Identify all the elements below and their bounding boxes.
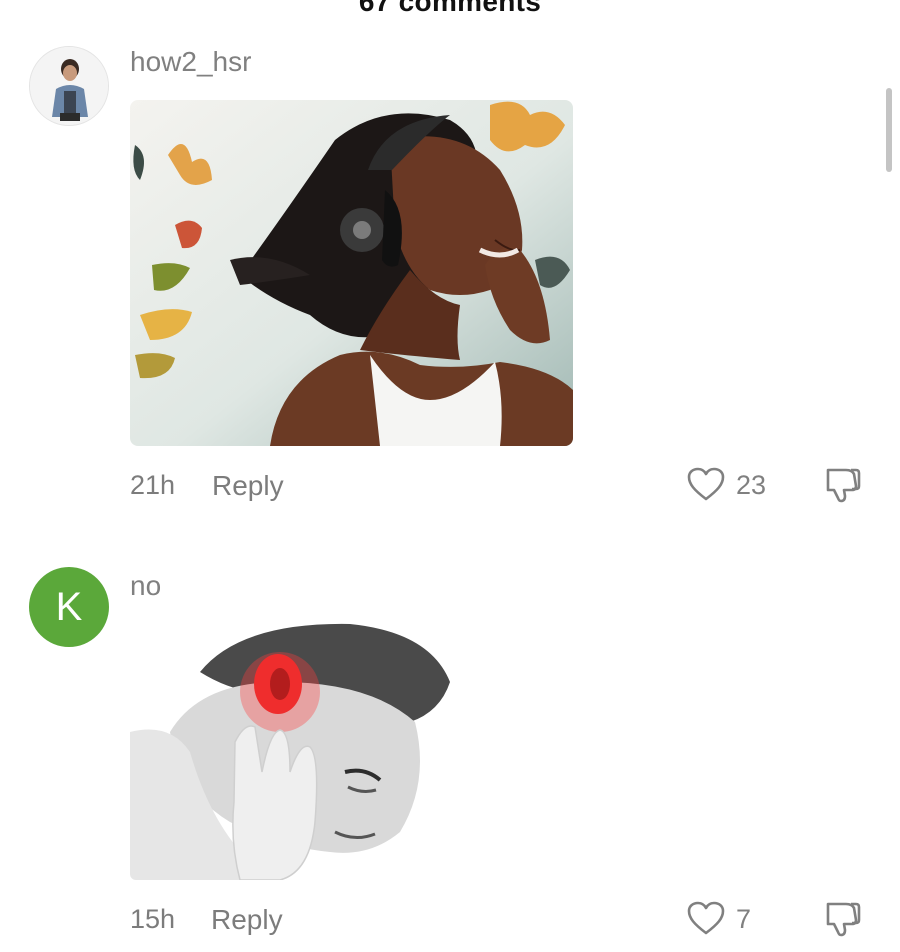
- like-count: 7: [736, 904, 752, 934]
- comment-item: how2_hsr 21h Reply 23: [0, 0, 900, 520]
- thumbs-down-icon[interactable]: [822, 900, 862, 938]
- heart-icon[interactable]: [686, 466, 726, 502]
- woman-headphones-butterflies-image-icon: [130, 100, 573, 446]
- heart-icon[interactable]: [686, 900, 726, 936]
- comment-item: K no 15h Reply 7: [0, 520, 900, 952]
- comment-username[interactable]: how2_hsr: [130, 46, 251, 78]
- like-count: 23: [736, 470, 767, 500]
- comment-username[interactable]: no: [130, 570, 161, 602]
- reply-button[interactable]: Reply: [212, 470, 284, 502]
- comment-timestamp: 15h: [130, 904, 176, 934]
- comment-gif[interactable]: [130, 100, 573, 446]
- reply-button[interactable]: Reply: [211, 904, 283, 936]
- user-avatar[interactable]: K: [29, 567, 109, 647]
- comments-panel: 67 comments how2_hsr 21h Reply 23 K no 1…: [0, 0, 900, 952]
- user-photo-avatar-icon: [30, 47, 108, 125]
- thumbs-down-icon[interactable]: [822, 466, 862, 504]
- man-ear-pain-image-icon: [130, 622, 456, 880]
- avatar-letter: K: [55, 584, 83, 629]
- comment-gif[interactable]: [130, 622, 456, 880]
- user-avatar[interactable]: [29, 46, 109, 126]
- comment-timestamp: 21h: [130, 470, 176, 500]
